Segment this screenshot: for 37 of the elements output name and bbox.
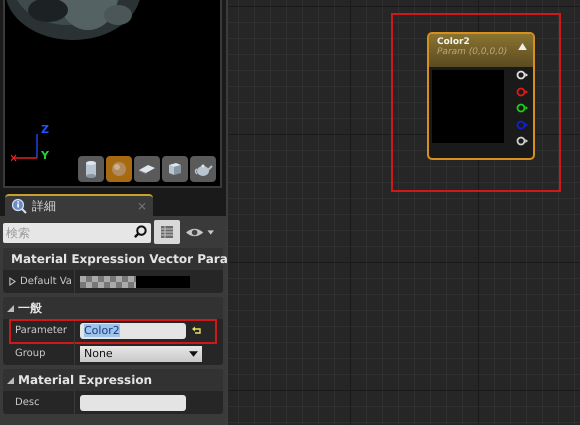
text-field[interactable]: Color2 — [80, 322, 186, 338]
expand-arrow-icon[interactable] — [9, 277, 16, 286]
collapse-triangle-icon[interactable] — [518, 43, 527, 50]
group-dropdown[interactable]: None — [80, 346, 202, 362]
preview-plane-button[interactable] — [134, 156, 160, 182]
section-header[interactable]: 一般 — [3, 297, 223, 319]
search-icon — [133, 224, 148, 239]
text-field[interactable] — [80, 394, 186, 410]
property-label: Default Va — [20, 276, 72, 287]
property-label: Desc — [14, 397, 40, 408]
preview-cylinder-button[interactable] — [78, 156, 104, 182]
grid-view-button[interactable] — [154, 220, 180, 244]
collapse-triangle-icon — [7, 304, 14, 312]
color-swatch[interactable] — [80, 276, 190, 288]
search-field[interactable]: 検索 — [3, 223, 151, 243]
collapse-triangle-icon — [7, 376, 14, 384]
node-subtitle: Param (0,0,0,0) — [437, 47, 508, 57]
output-pin-icon[interactable] — [516, 103, 528, 113]
preview-cube-button[interactable] — [162, 156, 188, 182]
sphere-icon — [109, 159, 129, 179]
caret-icon — [189, 350, 198, 356]
axis-label: Z — [41, 124, 49, 136]
grid-icon — [159, 224, 175, 240]
property-label: Group — [14, 348, 46, 359]
node-title: Color2 — [437, 37, 471, 47]
output-pin-icon[interactable] — [516, 70, 528, 80]
output-pin-icon[interactable] — [516, 136, 528, 146]
tab-title: 詳細 — [32, 198, 57, 214]
color-parameter-node[interactable]: Color2 Param (0,0,0,0) — [427, 32, 535, 160]
section-header[interactable]: Material Expression — [3, 369, 223, 391]
preview-teapot-button[interactable] — [190, 156, 216, 182]
reset-arrow-icon[interactable] — [192, 326, 202, 336]
axis-label: Y — [41, 150, 49, 162]
property-label: Parameter — [14, 325, 68, 336]
details-tab[interactable]: 詳細 × — [5, 194, 153, 216]
preview-sphere-button[interactable] — [106, 156, 132, 182]
info-search-icon — [11, 198, 27, 214]
